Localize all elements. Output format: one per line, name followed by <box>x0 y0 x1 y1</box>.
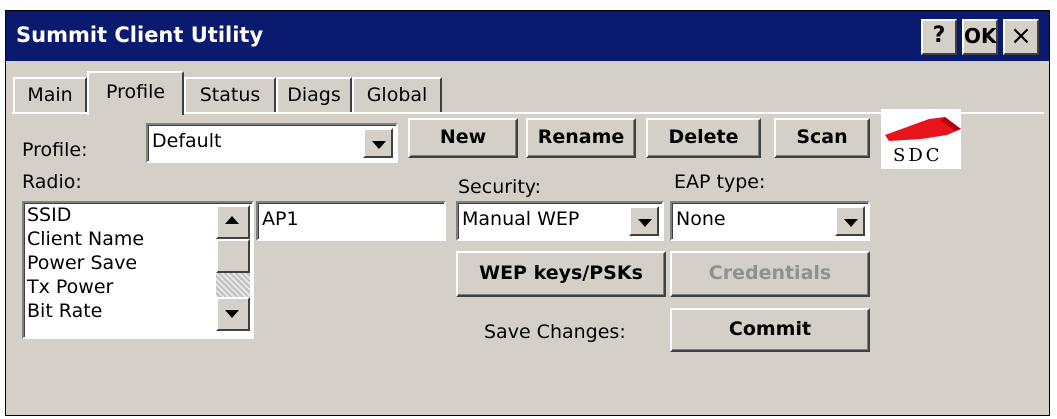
close-button[interactable]: × <box>1003 19 1039 55</box>
security-label: Security: <box>458 176 542 198</box>
tab-diags[interactable]: Diags <box>276 77 352 113</box>
profile-dropdown-button[interactable] <box>363 128 393 158</box>
scroll-track[interactable] <box>216 273 250 297</box>
eap-type-dropdown[interactable]: None <box>670 201 870 241</box>
security-value: Manual WEP <box>462 208 580 230</box>
eap-type-value: None <box>676 208 726 230</box>
scan-button[interactable]: Scan <box>774 118 870 158</box>
ok-button[interactable]: OK <box>962 19 998 55</box>
chevron-down-icon <box>372 141 386 149</box>
wep-keys-button[interactable]: WEP keys/PSKs <box>456 251 666 297</box>
tab-profile[interactable]: Profile <box>87 71 184 115</box>
eap-dropdown-button[interactable] <box>835 206 865 236</box>
rename-button[interactable]: Rename <box>526 118 636 158</box>
scroll-up-button[interactable] <box>216 205 250 239</box>
title-bar: Summit Client Utility ? OK × <box>6 11 1049 61</box>
sdc-logo: SDC <box>881 109 961 169</box>
radio-settings-list[interactable]: SSID Client Name Power Save Tx Power Bit… <box>22 201 254 339</box>
chevron-down-icon <box>638 219 652 227</box>
chevron-down-icon <box>225 310 239 318</box>
profile-dropdown[interactable]: Default <box>146 123 398 163</box>
eap-type-label: EAP type: <box>674 171 766 193</box>
window-title: Summit Client Utility <box>16 23 264 47</box>
security-dropdown[interactable]: Manual WEP <box>456 201 664 241</box>
tab-main[interactable]: Main <box>13 77 87 113</box>
tab-global[interactable]: Global <box>352 77 442 113</box>
security-dropdown-button[interactable] <box>629 206 659 236</box>
radio-value-input[interactable]: AP1 <box>256 201 446 241</box>
help-button[interactable]: ? <box>921 19 957 55</box>
profile-label: Profile: <box>22 139 88 161</box>
app-window: Summit Client Utility ? OK × Main Profil… <box>5 10 1050 416</box>
radio-label: Radio: <box>22 171 82 193</box>
commit-button[interactable]: Commit <box>670 308 870 352</box>
chevron-up-icon <box>225 216 239 224</box>
tab-status[interactable]: Status <box>184 77 276 113</box>
save-changes-label: Save Changes: <box>484 321 626 343</box>
credentials-button[interactable]: Credentials <box>670 251 870 297</box>
list-scrollbar[interactable] <box>216 205 250 335</box>
profile-value: Default <box>152 130 222 152</box>
logo-text: SDC <box>893 145 943 166</box>
scroll-thumb[interactable] <box>216 239 250 273</box>
delete-button[interactable]: Delete <box>646 118 761 158</box>
scroll-down-button[interactable] <box>216 297 250 331</box>
chevron-down-icon <box>844 219 858 227</box>
new-button[interactable]: New <box>408 118 518 158</box>
